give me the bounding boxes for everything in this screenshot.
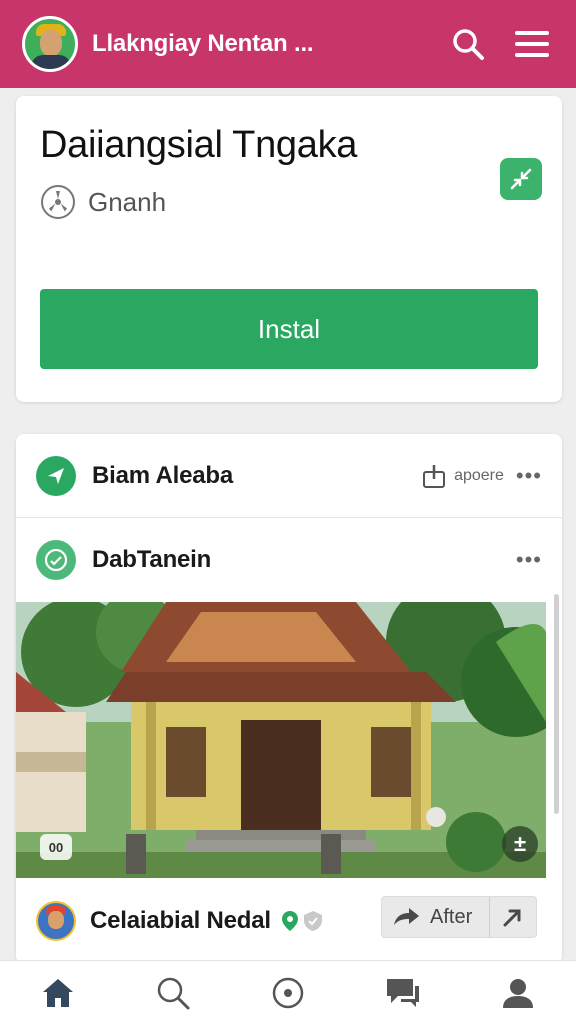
expand-button[interactable] — [490, 897, 536, 937]
profile-icon — [503, 978, 534, 1008]
search-icon — [453, 29, 484, 60]
app-bar: Llakngiay Nentan ... — [0, 0, 576, 88]
install-button[interactable]: Instal — [40, 289, 538, 369]
chat-icon — [387, 978, 420, 1007]
more-options-icon[interactable]: ••• — [516, 549, 542, 571]
after-button[interactable]: After — [381, 896, 537, 938]
app-title: Llakngiay Nentan ... — [92, 30, 314, 57]
list-item[interactable]: Biam Aleaba apoere ••• — [16, 434, 562, 518]
list-item-title: DabTanein — [92, 546, 212, 573]
nav-profile[interactable] — [488, 965, 548, 1021]
add-photo-button[interactable]: ± — [502, 826, 538, 862]
list-item-title: Biam Aleaba — [92, 461, 233, 489]
avatar[interactable] — [22, 16, 78, 72]
app-name: Daiiangsial Tngaka — [40, 124, 358, 166]
after-button-label: After — [430, 905, 473, 928]
location-pin-icon — [281, 911, 298, 931]
app-card: Daiiangsial Tngaka Gnanh Instal — [16, 96, 562, 402]
refresh-icon — [36, 540, 76, 580]
avatar[interactable] — [36, 901, 76, 941]
menu-button[interactable] — [510, 22, 554, 66]
scrollbar[interactable] — [554, 594, 559, 814]
share-icon — [423, 464, 446, 488]
shield-icon — [303, 911, 322, 931]
fan-icon — [41, 185, 75, 219]
diagonal-arrow-icon — [503, 909, 521, 927]
search-button[interactable] — [446, 22, 490, 66]
post-photo[interactable] — [16, 602, 546, 878]
bottom-navigation — [0, 960, 576, 1024]
nav-home[interactable] — [28, 965, 88, 1021]
more-options-icon[interactable]: ••• — [516, 464, 542, 487]
nav-explore[interactable] — [258, 965, 318, 1021]
forward-arrow-icon — [394, 908, 419, 925]
nav-messages[interactable] — [373, 965, 433, 1021]
home-icon — [42, 978, 73, 1007]
list-item[interactable]: DabTanein ••• — [16, 518, 562, 602]
share-icon — [510, 168, 532, 190]
feed-card: Biam Aleaba apoere ••• DabTanein ••• 00 … — [16, 434, 562, 964]
photo-counter: 00 — [40, 834, 72, 860]
row-meta[interactable]: apoere — [422, 463, 504, 489]
share-button[interactable] — [500, 158, 542, 200]
search-icon — [157, 977, 190, 1009]
send-icon — [36, 455, 76, 496]
verified-badge — [281, 910, 323, 932]
app-developer[interactable]: Gnanh — [40, 184, 166, 220]
developer-name: Gnanh — [88, 186, 167, 217]
author-name[interactable]: Celaiabial Nedal — [90, 907, 271, 935]
compass-icon — [272, 977, 304, 1008]
hamburger-menu-icon — [515, 31, 549, 57]
nav-search[interactable] — [143, 965, 203, 1021]
meta-text: apoere — [454, 466, 504, 484]
